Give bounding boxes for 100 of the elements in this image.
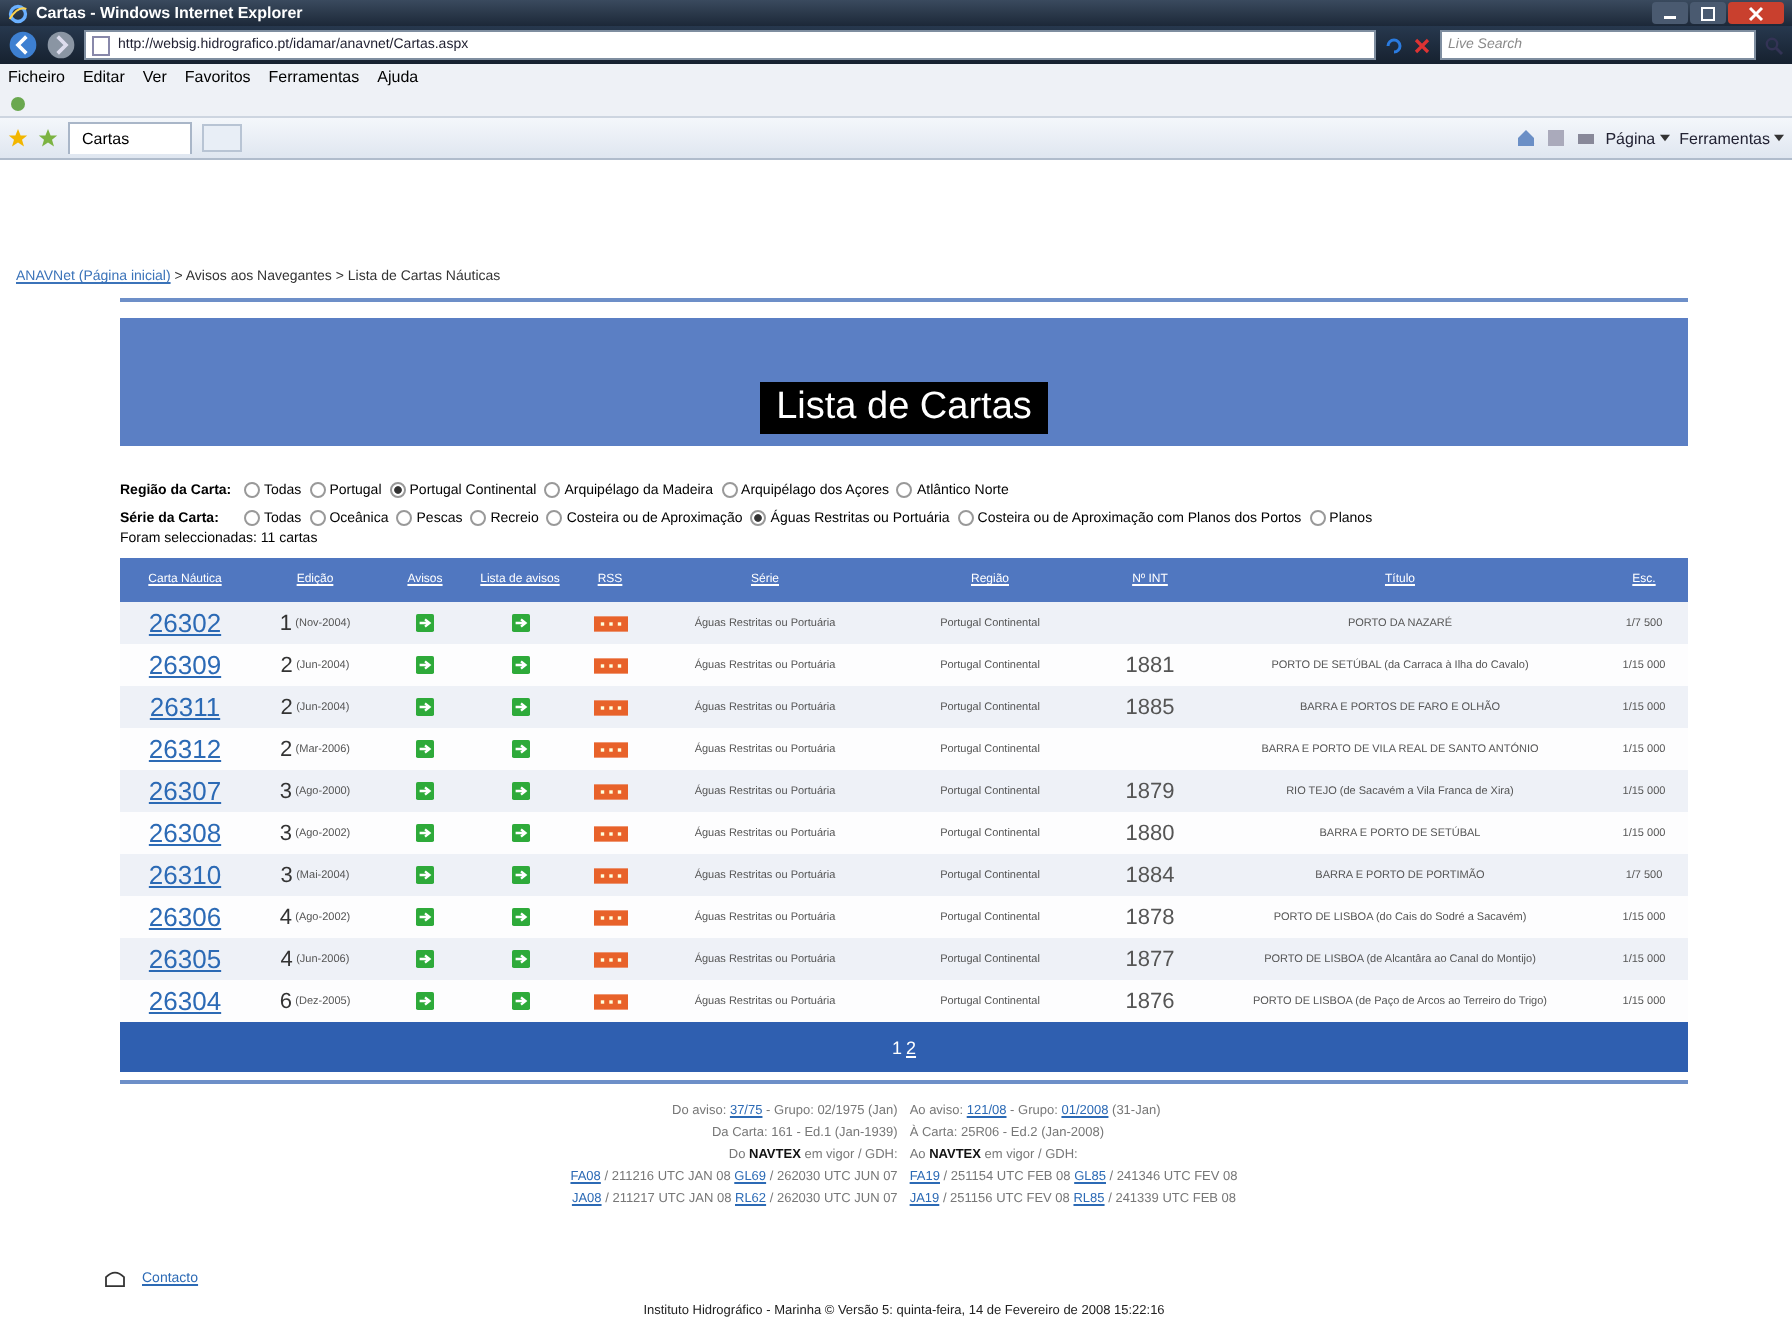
radio-button[interactable] [396, 510, 413, 526]
chart-link[interactable]: 26304 [148, 986, 222, 1016]
table-cell: 1880 [1125, 821, 1175, 845]
radio-button[interactable] [721, 482, 738, 498]
menu-item[interactable]: Ficheiro [8, 68, 65, 86]
edition-number: 3 [280, 863, 293, 887]
arrow-icon[interactable] [511, 908, 529, 926]
arrow-icon[interactable] [416, 614, 434, 632]
radio-button[interactable] [1309, 510, 1326, 526]
new-tab-button[interactable] [201, 124, 242, 152]
radio-button[interactable] [896, 482, 913, 498]
radio-button[interactable] [470, 510, 487, 526]
browser-logo-icon [8, 3, 28, 23]
edition-number: 3 [279, 821, 292, 845]
arrow-icon[interactable] [511, 656, 529, 674]
forward-button[interactable] [46, 30, 76, 60]
edition-number: 6 [279, 989, 292, 1013]
table-cell: 1877 [1125, 947, 1175, 971]
browser-tab[interactable]: Cartas [68, 122, 192, 154]
refresh-icon[interactable] [1384, 35, 1404, 55]
caret-icon [1774, 134, 1784, 142]
rss-badge-icon[interactable] [593, 699, 627, 715]
rss-badge-icon[interactable] [593, 783, 627, 799]
menu-item[interactable]: Favoritos [184, 68, 251, 86]
rss-badge-icon[interactable] [593, 615, 627, 631]
arrow-icon[interactable] [416, 656, 434, 674]
rss-badge-icon[interactable] [593, 741, 627, 757]
stop-icon[interactable] [1412, 35, 1432, 55]
edition-number: 2 [280, 695, 293, 719]
arrow-icon[interactable] [416, 824, 434, 842]
rss-badge-icon[interactable] [593, 657, 627, 673]
table-cell: 1879 [1125, 779, 1175, 803]
radio-button[interactable] [957, 510, 974, 526]
radio-button[interactable] [750, 510, 767, 526]
arrow-icon[interactable] [416, 908, 434, 926]
chart-link[interactable]: 26307 [148, 776, 222, 806]
back-button[interactable] [8, 30, 38, 60]
edition-number: 2 [280, 737, 293, 761]
maximize-button[interactable] [1690, 2, 1726, 24]
arrow-icon[interactable] [416, 740, 434, 758]
arrow-icon[interactable] [511, 614, 529, 632]
arrow-icon[interactable] [416, 866, 434, 884]
radio-button[interactable] [309, 510, 326, 526]
radio-button[interactable] [544, 482, 561, 498]
edition-number: 4 [280, 947, 293, 971]
table-cell: 1881 [1125, 653, 1175, 677]
window-title: Cartas - Windows Internet Explorer [36, 4, 305, 22]
arrow-icon[interactable] [511, 782, 529, 800]
chart-link[interactable]: 26312 [148, 734, 222, 764]
radio-button[interactable] [309, 482, 326, 498]
add-favorite-icon[interactable] [38, 128, 58, 148]
caret-icon [1659, 134, 1670, 142]
chart-link[interactable]: 26309 [148, 650, 222, 680]
menu-item[interactable]: Ferramentas [268, 68, 360, 86]
page-link[interactable]: 2 [906, 1037, 917, 1057]
rss-badge-icon[interactable] [593, 825, 627, 841]
arrow-icon[interactable] [511, 698, 529, 716]
toolbar-menu[interactable]: Ferramentas [1679, 129, 1784, 147]
chart-link[interactable]: 26310 [148, 860, 222, 890]
chart-link[interactable]: 26311 [149, 692, 221, 722]
edition-number: 2 [280, 653, 293, 677]
arrow-icon[interactable] [416, 698, 434, 716]
menu-item[interactable]: Editar [82, 68, 125, 86]
minimize-button[interactable] [1652, 2, 1688, 24]
table-cell: 1876 [1125, 989, 1175, 1013]
arrow-icon[interactable] [511, 824, 529, 842]
toolbar-menu[interactable]: Página [1605, 129, 1670, 147]
arrow-icon[interactable] [416, 782, 434, 800]
chart-link[interactable]: 26306 [148, 902, 222, 932]
home-icon[interactable] [1515, 128, 1536, 148]
arrow-icon[interactable] [511, 992, 529, 1010]
arrow-icon[interactable] [511, 950, 529, 968]
chart-link[interactable]: 26302 [148, 608, 222, 638]
table-cell: 1878 [1125, 905, 1175, 929]
rss-badge-icon[interactable] [593, 909, 627, 925]
rss-badge-icon[interactable] [593, 951, 627, 967]
arrow-icon[interactable] [511, 866, 529, 884]
arrow-icon[interactable] [511, 740, 529, 758]
rss-badge-icon[interactable] [593, 993, 627, 1009]
table-cell: 1884 [1125, 863, 1175, 887]
page-link[interactable]: 1 [891, 1037, 902, 1057]
table-cell: 1885 [1125, 695, 1175, 719]
chart-link[interactable]: 26305 [148, 944, 222, 974]
rss-badge-icon[interactable] [593, 867, 627, 883]
radio-button[interactable] [389, 482, 406, 498]
chart-link[interactable]: 26308 [148, 818, 222, 848]
radio-button[interactable] [546, 510, 563, 526]
edition-number: 1 [279, 611, 292, 635]
edition-number: 3 [279, 779, 292, 803]
close-button[interactable] [1728, 2, 1784, 24]
star-icon[interactable] [8, 128, 28, 148]
mailbox-icon [104, 1270, 126, 1288]
radio-button[interactable] [244, 482, 260, 498]
menu-item[interactable]: Ajuda [377, 68, 419, 86]
radio-button[interactable] [244, 510, 260, 526]
menu-item[interactable]: Ver [142, 68, 167, 86]
maximize-icon [1698, 5, 1718, 21]
arrow-icon[interactable] [416, 950, 434, 968]
arrow-icon[interactable] [416, 992, 434, 1010]
page-title: Lista de Cartas [760, 382, 1048, 434]
